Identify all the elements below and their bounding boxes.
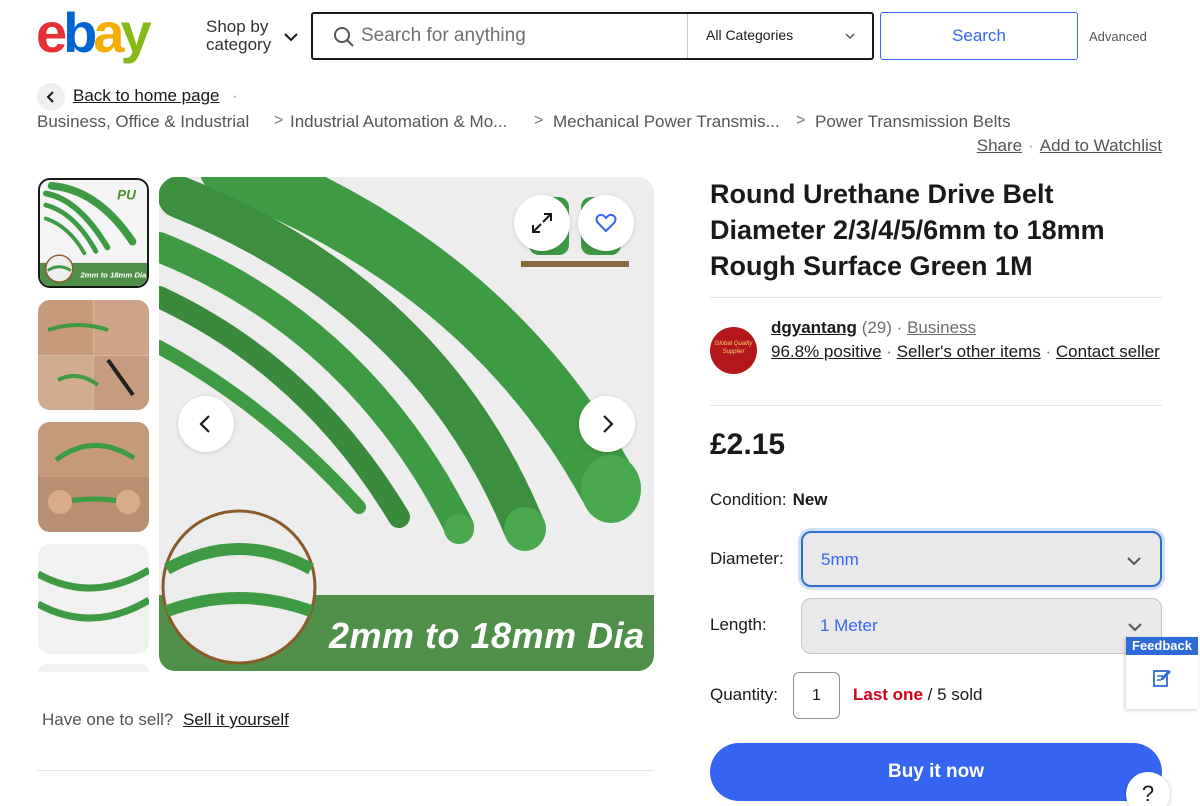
sell-it-yourself-link[interactable]: Sell it yourself xyxy=(183,710,289,730)
seller-positive-link[interactable]: 96.8% positive xyxy=(771,342,882,361)
diameter-label: Diameter: xyxy=(710,549,784,568)
quantity-label: Quantity: xyxy=(710,685,779,704)
thumbnail-image xyxy=(38,544,149,654)
previous-image-button[interactable] xyxy=(178,396,234,452)
thumbnail-2[interactable] xyxy=(38,300,149,410)
thumbnail-1[interactable]: PU 2mm to 18mm Dia xyxy=(38,178,149,288)
help-button[interactable]: ? xyxy=(1126,772,1170,806)
heart-icon xyxy=(595,213,617,233)
search-bar: All Categories xyxy=(311,12,874,60)
seller-name-link[interactable]: dgyantang xyxy=(771,318,857,337)
back-button[interactable] xyxy=(37,83,65,111)
divider xyxy=(37,770,654,771)
chevron-down-icon xyxy=(284,33,298,42)
chevron-down-icon xyxy=(845,33,855,40)
thumbnail-caption: 2mm to 18mm Dia xyxy=(79,270,147,279)
image-banner-text: 2mm to 18mm Dia xyxy=(329,615,645,656)
buy-it-now-button[interactable]: Buy it now xyxy=(710,743,1162,801)
expand-image-button[interactable] xyxy=(514,195,570,251)
breadcrumb-item[interactable]: Industrial Automation & Mo... xyxy=(290,112,507,132)
seller-avatar[interactable]: Global Quality Supplier xyxy=(710,327,757,374)
pu-badge: PU xyxy=(117,187,137,202)
chevron-right-icon xyxy=(603,415,614,433)
divider xyxy=(710,297,1162,298)
length-label: Length: xyxy=(710,615,767,634)
condition-label: Condition: xyxy=(710,490,787,509)
condition-value: New xyxy=(792,490,828,509)
stock-status: Last one / 5 sold xyxy=(853,685,982,705)
diameter-value: 5mm xyxy=(821,550,859,569)
separator-dot: · xyxy=(896,318,903,337)
back-to-home-link[interactable]: Back to home page xyxy=(73,86,219,106)
search-icon xyxy=(334,27,354,47)
separator-dot: · xyxy=(1045,342,1052,361)
breadcrumb-item[interactable]: Business, Office & Industrial xyxy=(37,112,249,132)
product-title: Round Urethane Drive Belt Diameter 2/3/4… xyxy=(710,179,1105,281)
thumbnail-image xyxy=(38,300,149,410)
breadcrumb-separator: > xyxy=(796,112,806,129)
business-seller-link[interactable]: Business xyxy=(907,318,976,337)
edit-note-icon xyxy=(1153,670,1171,687)
contact-seller-link[interactable]: Contact seller xyxy=(1056,342,1160,361)
sold-count: / 5 sold xyxy=(922,685,983,704)
search-input[interactable] xyxy=(361,22,681,50)
thumbnail-image: PU 2mm to 18mm Dia xyxy=(40,180,147,286)
breadcrumb-item[interactable]: Mechanical Power Transmis... xyxy=(553,112,780,132)
main-product-image[interactable]: 2mm to 18mm Dia xyxy=(159,177,654,671)
product-price: £2.15 xyxy=(710,428,786,461)
avatar-text: Global Quality Supplier xyxy=(714,341,753,355)
feedback-title: Feedback xyxy=(1126,637,1198,655)
chevron-left-icon xyxy=(46,91,54,103)
quantity-input[interactable]: 1 xyxy=(793,672,840,719)
divider xyxy=(710,405,1162,406)
chevron-down-icon xyxy=(1127,557,1141,566)
separator-dot: · xyxy=(1028,136,1034,155)
feedback-widget[interactable]: Feedback xyxy=(1126,637,1198,709)
length-select[interactable]: 1 Meter xyxy=(801,598,1162,654)
length-value: 1 Meter xyxy=(820,616,878,635)
breadcrumb: Business, Office & Industrial > Industri… xyxy=(37,112,1037,134)
separator-dot: · xyxy=(886,342,892,361)
category-select-value: All Categories xyxy=(706,27,794,43)
watch-heart-button[interactable] xyxy=(578,195,634,251)
shop-by-category-button[interactable]: Shop by category xyxy=(206,18,302,58)
thumbnail-5[interactable] xyxy=(38,664,149,672)
breadcrumb-separator: > xyxy=(274,112,284,129)
svg-text:ebay: ebay xyxy=(36,6,152,64)
thumbnail-4[interactable] xyxy=(38,544,149,654)
share-watch-row: Share · Add to Watchlist xyxy=(977,136,1162,156)
seller-feedback-count: (29) xyxy=(861,318,892,337)
breadcrumb-item[interactable]: Power Transmission Belts xyxy=(815,112,1011,132)
seller-other-items-link[interactable]: Seller's other items xyxy=(897,342,1041,361)
expand-icon xyxy=(532,213,552,233)
share-link[interactable]: Share xyxy=(977,136,1022,155)
diameter-select[interactable]: 5mm xyxy=(801,531,1162,587)
ebay-logo[interactable]: ebay xyxy=(36,6,178,66)
add-to-watchlist-link[interactable]: Add to Watchlist xyxy=(1040,136,1162,155)
seller-info: dgyantang (29) · Business 96.8% positive… xyxy=(771,316,1161,364)
sell-prompt: Have one to sell? xyxy=(42,710,174,729)
condition-row: Condition: New xyxy=(710,490,828,510)
search-button[interactable]: Search xyxy=(880,12,1078,60)
last-one-badge: Last one xyxy=(853,685,923,704)
breadcrumb-separator: > xyxy=(534,112,544,129)
chevron-down-icon xyxy=(1128,623,1142,632)
separator-dot: · xyxy=(232,86,238,105)
thumbnail-image xyxy=(38,422,149,532)
advanced-search-link[interactable]: Advanced xyxy=(1089,29,1147,44)
chevron-left-icon xyxy=(199,415,210,433)
thumbnail-3[interactable] xyxy=(38,422,149,532)
next-image-button[interactable] xyxy=(579,396,635,452)
category-select[interactable]: All Categories xyxy=(687,14,872,58)
